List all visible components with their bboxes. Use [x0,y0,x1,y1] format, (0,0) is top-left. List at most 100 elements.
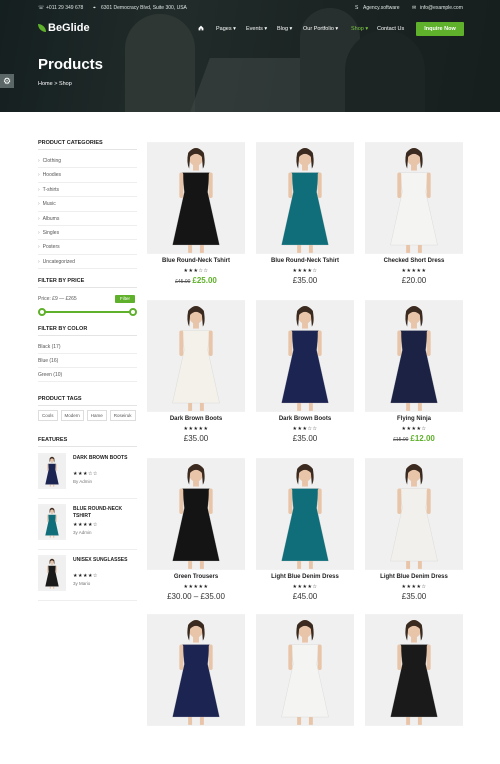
product-card[interactable]: Dark Brown Boots ★★★☆☆ £35.00 [256,300,354,450]
product-card[interactable]: Dark Brown Boots ★★★★★ £35.00 [147,300,245,450]
home-icon[interactable] [198,25,204,31]
topbar-email[interactable]: info@example.com [420,5,463,11]
slider-max-handle[interactable] [129,308,137,317]
product-name[interactable]: Green Trousers [147,574,245,580]
product-image[interactable] [365,614,463,726]
model-photo [365,143,463,253]
product-card[interactable]: Green Trousers ★★★★★ £30.00 – £35.00 [147,458,245,608]
topbar-skype[interactable]: Agency.software [363,5,400,11]
product-name[interactable]: Dark Brown Boots [256,416,354,422]
nav-item-contact[interactable]: Contact Us [377,26,404,32]
category-item[interactable]: Singles [38,226,137,241]
feature-thumbnail[interactable] [38,504,66,541]
features-heading: FEATURES [38,437,137,448]
color-filter-list: Black (17) Blue (16) Green (10) [38,340,137,383]
tag-item[interactable]: Modern [60,410,84,422]
old-price: £45.00 [175,279,191,285]
feature-title[interactable]: DARK BROWN BOOTS [73,455,135,462]
product-card[interactable] [256,614,354,764]
sale-price: £25.00 [192,276,217,285]
product-card[interactable]: Blue Round-Neck Tshirt ★★★☆☆ £45.00 £25.00 [147,142,245,292]
feature-item[interactable]: BLUE ROUND-NECK TSHIRT ★★★★☆ 3y Admin [38,502,137,551]
product-name[interactable]: Dark Brown Boots [147,416,245,422]
tag-cloud: Cools Modern Hame Roseiruk [38,410,137,422]
product-image[interactable] [147,300,245,412]
nav-item-blog[interactable]: Blog ▾ [277,26,292,32]
product-card[interactable] [365,614,463,764]
product-name[interactable]: Light Blue Denim Dress [256,574,354,580]
feature-thumbnail[interactable] [38,453,66,490]
nav-item-pages[interactable]: Pages ▾ [216,26,236,32]
slider-min-handle[interactable] [38,308,46,317]
feature-title[interactable]: BLUE ROUND-NECK TSHIRT [73,506,135,520]
location-icon: ⌖ [93,5,96,11]
top-info-bar: ☏ +011 29 349 678 ⌖ 6301 Democracy Blvd,… [0,4,500,16]
feature-title[interactable]: UNISEX SUNGLASSES [73,557,135,564]
color-filter-heading: FILTER BY COLOR [38,326,137,337]
category-item[interactable]: Posters [38,240,137,255]
product-image[interactable] [147,142,245,254]
product-price: £20.00 [365,276,463,285]
product-image[interactable] [256,142,354,254]
product-image[interactable] [256,300,354,412]
topbar-phone[interactable]: +011 29 349 678 [46,5,83,11]
product-image[interactable] [365,142,463,254]
category-item[interactable]: T-shirts [38,183,137,198]
price-range-label: Price: £9 — £265 [38,296,77,303]
nav-item-portfolio[interactable]: Our Portfolio ▾ [303,26,338,32]
feature-item[interactable]: UNISEX SUNGLASSES ★★★★☆ 3y Mario [38,553,137,602]
nav-item-events[interactable]: Events ▾ [246,26,267,32]
product-name[interactable]: Light Blue Denim Dress [365,574,463,580]
nav-item-shop[interactable]: Shop ▾ [351,26,368,32]
feature-author: 3y Admin [73,530,92,536]
product-image[interactable] [147,458,245,570]
category-item[interactable]: Albums [38,212,137,226]
breadcrumb[interactable]: Home > Shop [38,81,72,87]
model-photo [38,506,66,538]
page-title: Products [38,56,104,73]
product-rating: ★★★★★ [401,268,427,274]
category-item[interactable]: Music [38,197,137,212]
product-name[interactable]: Blue Round-Neck Tshirt [256,258,354,264]
inquire-now-button[interactable]: Inquire Now [416,22,464,36]
price-filter-heading: FILTER BY PRICE [38,278,137,289]
filter-button[interactable]: Filter [115,295,135,304]
category-item[interactable]: Uncategorized [38,255,137,270]
product-card[interactable]: Checked Short Dress ★★★★★ £20.00 [365,142,463,292]
feature-rating: ★★★☆☆ [73,471,98,478]
product-name[interactable]: Blue Round-Neck Tshirt [147,258,245,264]
product-name[interactable]: Flying Ninja [365,416,463,422]
product-image[interactable] [256,614,354,726]
model-photo [365,301,463,411]
product-image[interactable] [365,300,463,412]
tag-item[interactable]: Cools [38,410,58,422]
product-card[interactable]: Light Blue Denim Dress ★★★★☆ £45.00 [256,458,354,608]
model-photo [147,459,245,569]
product-image[interactable] [147,614,245,726]
product-card[interactable]: Blue Round-Neck Tshirt ★★★★☆ £35.00 [256,142,354,292]
color-filter-item[interactable]: Green (10) [38,368,137,383]
model-photo [38,455,66,487]
product-image[interactable] [365,458,463,570]
tag-item[interactable]: Roseiruk [109,410,136,422]
category-item[interactable]: Hoodies [38,168,137,183]
color-filter-item[interactable]: Black (17) [38,340,137,355]
slider-track [41,311,134,314]
product-card[interactable]: Light Blue Denim Dress ★★★★☆ £35.00 [365,458,463,608]
product-price: £45.00 [256,592,354,601]
feature-item[interactable]: DARK BROWN BOOTS ★★★☆☆ By Admin [38,451,137,500]
product-rating: ★★★☆☆ [183,268,209,274]
model-photo [365,459,463,569]
site-logo[interactable]: BeGlide [38,22,90,34]
product-image[interactable] [256,458,354,570]
feature-thumbnail[interactable] [38,555,66,592]
tag-item[interactable]: Hame [86,410,107,422]
product-name[interactable]: Checked Short Dress [365,258,463,264]
color-filter-item[interactable]: Blue (16) [38,354,137,369]
product-card[interactable]: Flying Ninja ★★★★☆ £15.00 £12.00 [365,300,463,450]
product-card[interactable] [147,614,245,764]
price-range-slider[interactable] [38,306,137,318]
category-item[interactable]: Clothing [38,154,137,169]
settings-gear-icon[interactable]: ⚙ [0,74,14,88]
category-list: ClothingHoodiesT-shirtsMusicAlbumsSingle… [38,154,137,270]
